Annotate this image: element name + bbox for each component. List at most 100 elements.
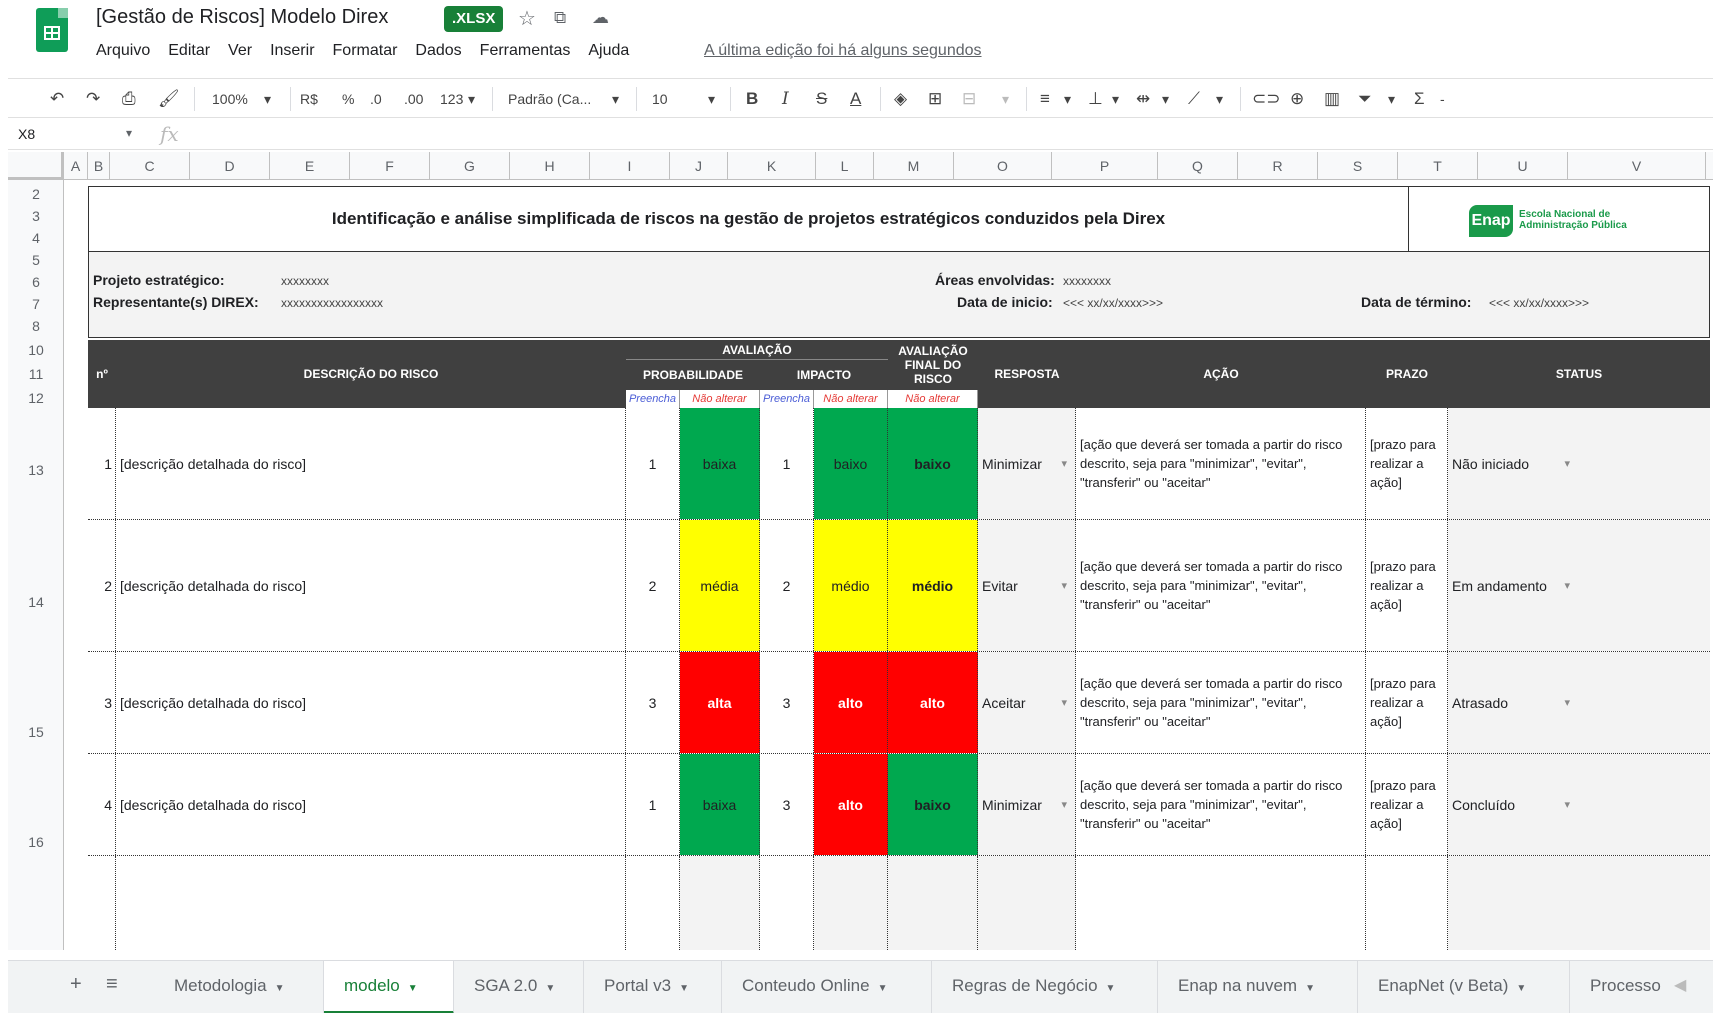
column-header[interactable]: R — [1238, 152, 1318, 180]
sheets-logo-icon[interactable] — [36, 8, 68, 52]
empty-cell[interactable] — [760, 856, 814, 950]
chevron-down-icon[interactable]: ▾ — [1388, 88, 1395, 110]
row-header[interactable]: 16 — [8, 834, 64, 850]
italic-icon[interactable]: I — [782, 88, 789, 110]
chevron-down-icon[interactable]: ▾ — [468, 88, 475, 110]
tab-regras-negocio[interactable]: Regras de Negócio ▼ — [932, 961, 1158, 1013]
chevron-down-icon[interactable]: ▾ — [1064, 88, 1071, 110]
risk-number[interactable]: 3 — [88, 652, 116, 753]
all-sheets-icon[interactable]: ≡ — [106, 973, 118, 996]
risk-description[interactable]: [descrição detalhada do risco] — [116, 652, 626, 753]
chevron-down-icon[interactable]: ▾ — [1061, 798, 1067, 811]
functions-icon[interactable]: Σ — [1414, 88, 1425, 110]
text-rotation-icon[interactable]: ⟋ — [1188, 88, 1200, 110]
risk-description[interactable]: [descrição detalhada do risco] — [116, 520, 626, 651]
currency-format-button[interactable]: R$ — [300, 88, 318, 110]
merge-cells-icon[interactable]: ⊟ — [962, 88, 976, 110]
header-resposta[interactable]: RESPOSTA — [978, 340, 1076, 408]
response-dropdown[interactable]: Evitar ▾ — [978, 520, 1076, 651]
menu-inserir[interactable]: Inserir — [270, 40, 323, 62]
column-header[interactable]: P — [1052, 152, 1158, 180]
status-dropdown[interactable]: Atrasado ▾ — [1448, 652, 1710, 753]
chevron-down-icon[interactable]: ▼ — [878, 983, 888, 994]
menu-ferramentas[interactable]: Ferramentas — [480, 40, 580, 62]
row-header[interactable]: 8 — [8, 318, 64, 334]
chevron-down-icon[interactable]: ▾ — [1061, 579, 1067, 592]
paint-format-icon[interactable]: 🖌 — [158, 88, 180, 110]
action-text[interactable]: [ação que deverá ser tomada a partir do … — [1076, 520, 1366, 651]
row-header[interactable]: 10 — [8, 342, 64, 358]
column-header[interactable]: G — [430, 152, 510, 180]
tab-modelo[interactable]: modelo ▼ — [324, 961, 454, 1013]
chevron-down-icon[interactable]: ▼ — [275, 983, 285, 994]
column-header[interactable]: C — [110, 152, 190, 180]
status-dropdown[interactable]: Não iniciado ▾ — [1448, 408, 1710, 519]
header-probabilidade[interactable]: PROBABILIDADE — [626, 360, 760, 390]
response-dropdown[interactable]: Aceitar ▾ — [978, 652, 1076, 753]
last-edit-link[interactable]: A última edição foi há alguns segundos — [704, 40, 982, 62]
row-header[interactable]: 7 — [8, 296, 64, 312]
termino-value[interactable]: <<< xx/xx/xxxx>>> — [1489, 296, 1589, 310]
empty-cell[interactable] — [116, 856, 626, 950]
representante-value[interactable]: xxxxxxxxxxxxxxxxx — [281, 296, 383, 310]
empty-cell[interactable] — [978, 856, 1076, 950]
borders-icon[interactable]: ⊞ — [928, 88, 942, 110]
chevron-down-icon[interactable]: ▾ — [1564, 457, 1570, 470]
chevron-down-icon[interactable]: ▼ — [1516, 983, 1526, 994]
insert-comment-icon[interactable]: ⊕ — [1290, 88, 1304, 110]
redo-icon[interactable]: ↷ — [86, 88, 100, 110]
column-header[interactable]: L — [816, 152, 874, 180]
chevron-down-icon[interactable]: ▾ — [1061, 696, 1067, 709]
menu-formatar[interactable]: Formatar — [333, 40, 407, 62]
menu-ajuda[interactable]: Ajuda — [588, 40, 638, 62]
risk-number[interactable]: 2 — [88, 520, 116, 651]
probability-value[interactable]: 1 — [626, 754, 680, 855]
insert-chart-icon[interactable]: ▥ — [1324, 88, 1340, 110]
cloud-status-icon[interactable]: ☁ — [592, 8, 609, 28]
header-acao[interactable]: AÇÃO — [1076, 340, 1366, 408]
column-header[interactable]: A — [64, 152, 88, 180]
decrease-decimal-button[interactable]: .0 — [370, 88, 382, 110]
row-header[interactable]: 11 — [8, 366, 64, 382]
chevron-down-icon[interactable]: ▾ — [1162, 88, 1169, 110]
chevron-down-icon[interactable]: ▾ — [1002, 88, 1009, 110]
chevron-down-icon[interactable]: ▼ — [408, 983, 418, 994]
move-folder-icon[interactable]: ⧉ — [554, 8, 566, 28]
row-header[interactable]: 14 — [8, 594, 64, 610]
empty-cell[interactable] — [626, 856, 680, 950]
menu-ver[interactable]: Ver — [228, 40, 261, 62]
print-icon[interactable]: ⎙ — [122, 88, 136, 110]
tab-conteudo-online[interactable]: Conteudo Online ▼ — [722, 961, 932, 1013]
impact-value[interactable]: 3 — [760, 652, 814, 753]
risk-description[interactable]: [descrição detalhada do risco] — [116, 408, 626, 519]
sheet-title[interactable]: Identificação e análise simplificada de … — [89, 187, 1409, 251]
risk-description[interactable]: [descrição detalhada do risco] — [116, 754, 626, 855]
tab-metodologia[interactable]: Metodologia ▼ — [154, 961, 324, 1013]
font-family-select[interactable]: Padrão (Ca... — [508, 88, 591, 110]
select-all-corner[interactable] — [8, 152, 64, 180]
text-color-icon[interactable]: A — [850, 88, 861, 110]
strikethrough-icon[interactable]: S — [816, 88, 827, 110]
status-dropdown[interactable]: Concluído ▾ — [1448, 754, 1710, 855]
deadline-text[interactable]: [prazo para realizar a ação] — [1366, 408, 1448, 519]
header-status[interactable]: STATUS — [1448, 340, 1710, 408]
column-header[interactable]: O — [954, 152, 1052, 180]
name-box[interactable]: X8 — [18, 126, 35, 142]
chevron-down-icon[interactable]: ▾ — [1564, 696, 1570, 709]
document-title[interactable]: [Gestão de Riscos] Modelo Direx — [96, 6, 388, 29]
filter-icon[interactable]: ⏷ — [1358, 88, 1372, 110]
action-text[interactable]: [ação que deverá ser tomada a partir do … — [1076, 408, 1366, 519]
risk-number[interactable]: 1 — [88, 408, 116, 519]
chevron-down-icon[interactable]: ▾ — [1216, 88, 1223, 110]
bold-icon[interactable]: B — [746, 88, 758, 110]
chevron-down-icon[interactable]: ▾ — [1061, 457, 1067, 470]
add-sheet-icon[interactable]: + — [70, 973, 82, 996]
tab-enapnet[interactable]: EnapNet (v Beta) ▼ — [1358, 961, 1570, 1013]
empty-cell[interactable] — [1448, 856, 1710, 950]
column-header[interactable]: U — [1478, 152, 1568, 180]
insert-link-icon[interactable]: ⊂⊃ — [1252, 88, 1281, 110]
impact-value[interactable]: 3 — [760, 754, 814, 855]
chevron-down-icon[interactable]: ▼ — [545, 983, 555, 994]
column-header[interactable]: H — [510, 152, 590, 180]
deadline-text[interactable]: [prazo para realizar a ação] — [1366, 520, 1448, 651]
